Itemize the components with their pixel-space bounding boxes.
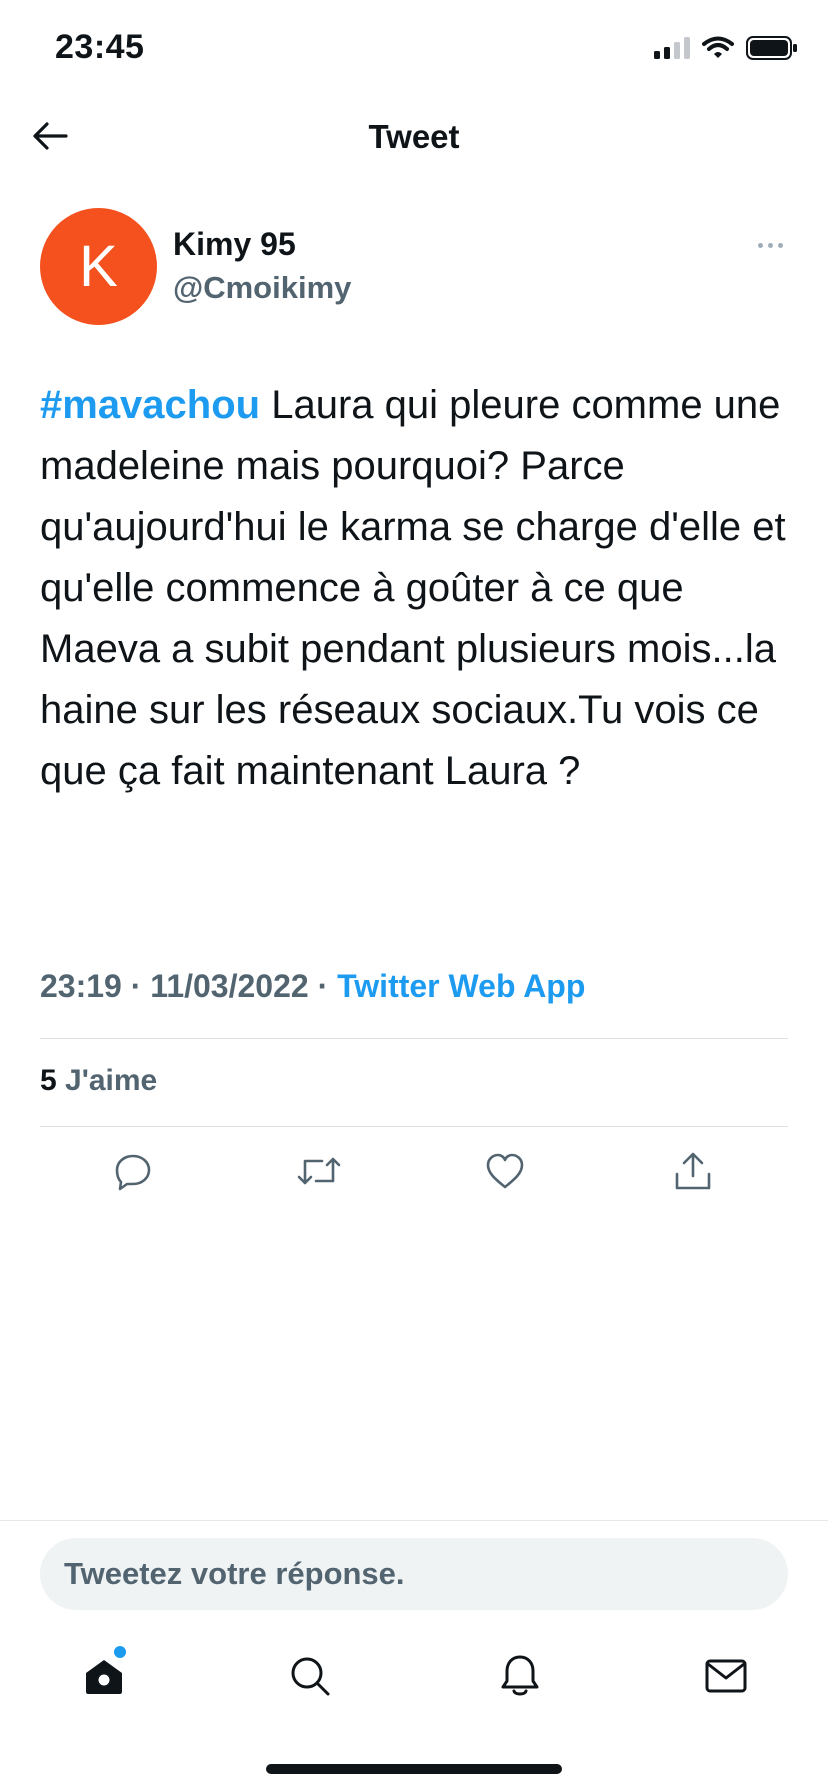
notifications-icon <box>498 1653 542 1704</box>
like-icon <box>485 1152 525 1195</box>
reply-button[interactable] <box>108 1148 158 1198</box>
tweet-author: K Kimy 95 @Cmoikimy <box>40 208 790 328</box>
status-time: 23:45 <box>55 28 145 66</box>
share-button[interactable] <box>668 1148 718 1198</box>
battery-icon <box>746 36 798 65</box>
tweet-actions <box>40 1148 788 1198</box>
header: Tweet <box>0 100 828 180</box>
tab-search[interactable] <box>280 1648 340 1708</box>
divider <box>40 1038 788 1039</box>
home-indicator <box>266 1764 562 1774</box>
hashtag-link[interactable]: #mavachou <box>40 383 260 427</box>
author-name[interactable]: Kimy 95 <box>173 226 296 263</box>
meta-separator: · <box>308 968 338 1004</box>
avatar[interactable]: K <box>40 208 157 325</box>
more-dot-icon <box>767 242 773 248</box>
divider <box>40 1126 788 1127</box>
meta-separator: · <box>121 968 151 1004</box>
tweet-source-link[interactable]: Twitter Web App <box>337 968 585 1004</box>
more-dot-icon <box>757 242 763 248</box>
home-icon <box>82 1654 126 1703</box>
tweet-time: 23:19 <box>40 968 122 1004</box>
page-title: Tweet <box>368 118 460 155</box>
tweet-body: Laura qui pleure comme une madeleine mai… <box>40 383 786 793</box>
cellular-signal-icon <box>654 37 690 64</box>
retweet-button[interactable] <box>294 1148 344 1198</box>
status-icons <box>654 36 798 65</box>
tab-bar <box>0 1640 828 1710</box>
tab-home[interactable] <box>74 1646 134 1708</box>
share-icon <box>673 1150 713 1197</box>
likes-summary[interactable]: 5 J'aime <box>40 1064 157 1098</box>
likes-count: 5 <box>40 1064 57 1097</box>
reply-icon <box>113 1151 153 1196</box>
more-dot-icon <box>777 242 783 248</box>
reply-input[interactable]: Tweetez votre réponse. <box>40 1538 788 1610</box>
notification-dot <box>114 1646 126 1658</box>
search-icon <box>288 1654 332 1703</box>
author-handle[interactable]: @Cmoikimy <box>173 270 351 306</box>
messages-icon <box>703 1656 749 1701</box>
tab-notifications[interactable] <box>490 1648 550 1708</box>
more-options-button[interactable] <box>750 230 790 260</box>
tweet-text: #mavachou Laura qui pleure comme une mad… <box>40 375 790 802</box>
like-button[interactable] <box>480 1148 530 1198</box>
tweet-meta: 23:19 · 11/03/2022 · Twitter Web App <box>40 968 585 1005</box>
likes-label: J'aime <box>56 1064 158 1097</box>
tab-messages[interactable] <box>696 1648 756 1708</box>
tweet-date: 11/03/2022 <box>150 968 309 1004</box>
status-bar: 23:45 <box>0 0 828 100</box>
retweet-icon <box>296 1153 342 1194</box>
wifi-icon <box>702 36 734 65</box>
divider <box>0 1520 828 1521</box>
